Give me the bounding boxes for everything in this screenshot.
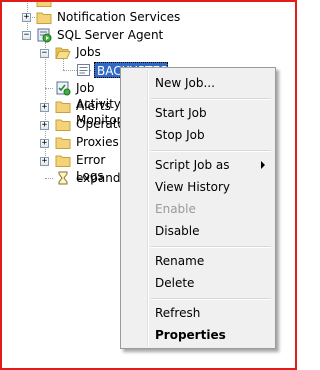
folder-icon <box>55 98 71 114</box>
expand-toggle[interactable]: + <box>40 121 49 130</box>
menu-separator <box>151 298 271 300</box>
menu-item-refresh[interactable]: Refresh <box>123 302 273 324</box>
folder-icon <box>36 0 52 8</box>
tree-line <box>45 88 53 89</box>
hourglass-icon <box>55 170 71 186</box>
menu-item-enable: Enable <box>155 202 196 216</box>
menu-item-stop-job[interactable]: Stop Job <box>123 124 273 146</box>
folder-icon <box>36 9 52 25</box>
expand-toggle[interactable]: + <box>40 157 49 166</box>
menu-item-properties[interactable]: Properties <box>123 324 273 346</box>
menu-item-delete[interactable]: Delete <box>123 272 273 294</box>
tree-node-expanding: expanding <box>76 171 120 185</box>
folder-icon <box>55 152 71 168</box>
expand-toggle[interactable]: + <box>40 139 49 148</box>
expand-toggle[interactable]: + <box>22 13 31 22</box>
menu-item-new-job[interactable]: New Job... <box>123 72 273 94</box>
tree-node-jobs[interactable]: Jobs <box>74 44 103 60</box>
folder-icon <box>55 134 71 150</box>
collapse-toggle[interactable]: − <box>22 31 31 40</box>
menu-item-rename[interactable]: Rename <box>123 250 273 272</box>
tree-node-sql-server-agent[interactable]: SQL Server Agent <box>55 27 165 43</box>
submenu-arrow-icon <box>261 161 265 169</box>
job-icon <box>76 62 92 78</box>
menu-item-start-job[interactable]: Start Job <box>123 102 273 124</box>
menu-item-view-history[interactable]: View History <box>123 176 273 198</box>
job-context-menu: New Job... Start Job Stop Job Script Job… <box>120 67 276 349</box>
tree-line <box>45 178 53 179</box>
menu-separator <box>151 98 271 100</box>
expand-toggle[interactable]: + <box>40 103 49 112</box>
sql-agent-icon <box>36 27 52 43</box>
tree-node-notification-services[interactable]: Notification Services <box>55 9 182 25</box>
tree-node-alerts[interactable]: Alerts <box>74 98 113 114</box>
menu-separator <box>151 150 271 152</box>
job-activity-monitor-icon <box>55 80 71 96</box>
folder-open-icon <box>55 44 71 60</box>
tree-node-operators[interactable]: Operators <box>74 116 120 132</box>
folder-icon <box>55 116 71 132</box>
collapse-toggle[interactable]: − <box>40 49 49 58</box>
menu-item-script-job-as[interactable]: Script Job as <box>123 154 273 176</box>
menu-separator <box>151 246 271 248</box>
menu-item-disable[interactable]: Disable <box>123 220 273 242</box>
menu-item-script-job-as-label: Script Job as <box>155 158 230 172</box>
tree-node-proxies[interactable]: Proxies <box>74 134 121 150</box>
